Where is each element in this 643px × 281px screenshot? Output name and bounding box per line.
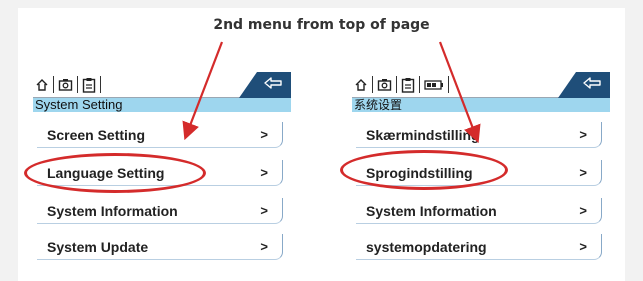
- arrow-to-left-menu: [182, 41, 224, 141]
- annotation-arrows: [182, 41, 481, 144]
- arrow-to-right-menu: [438, 41, 481, 144]
